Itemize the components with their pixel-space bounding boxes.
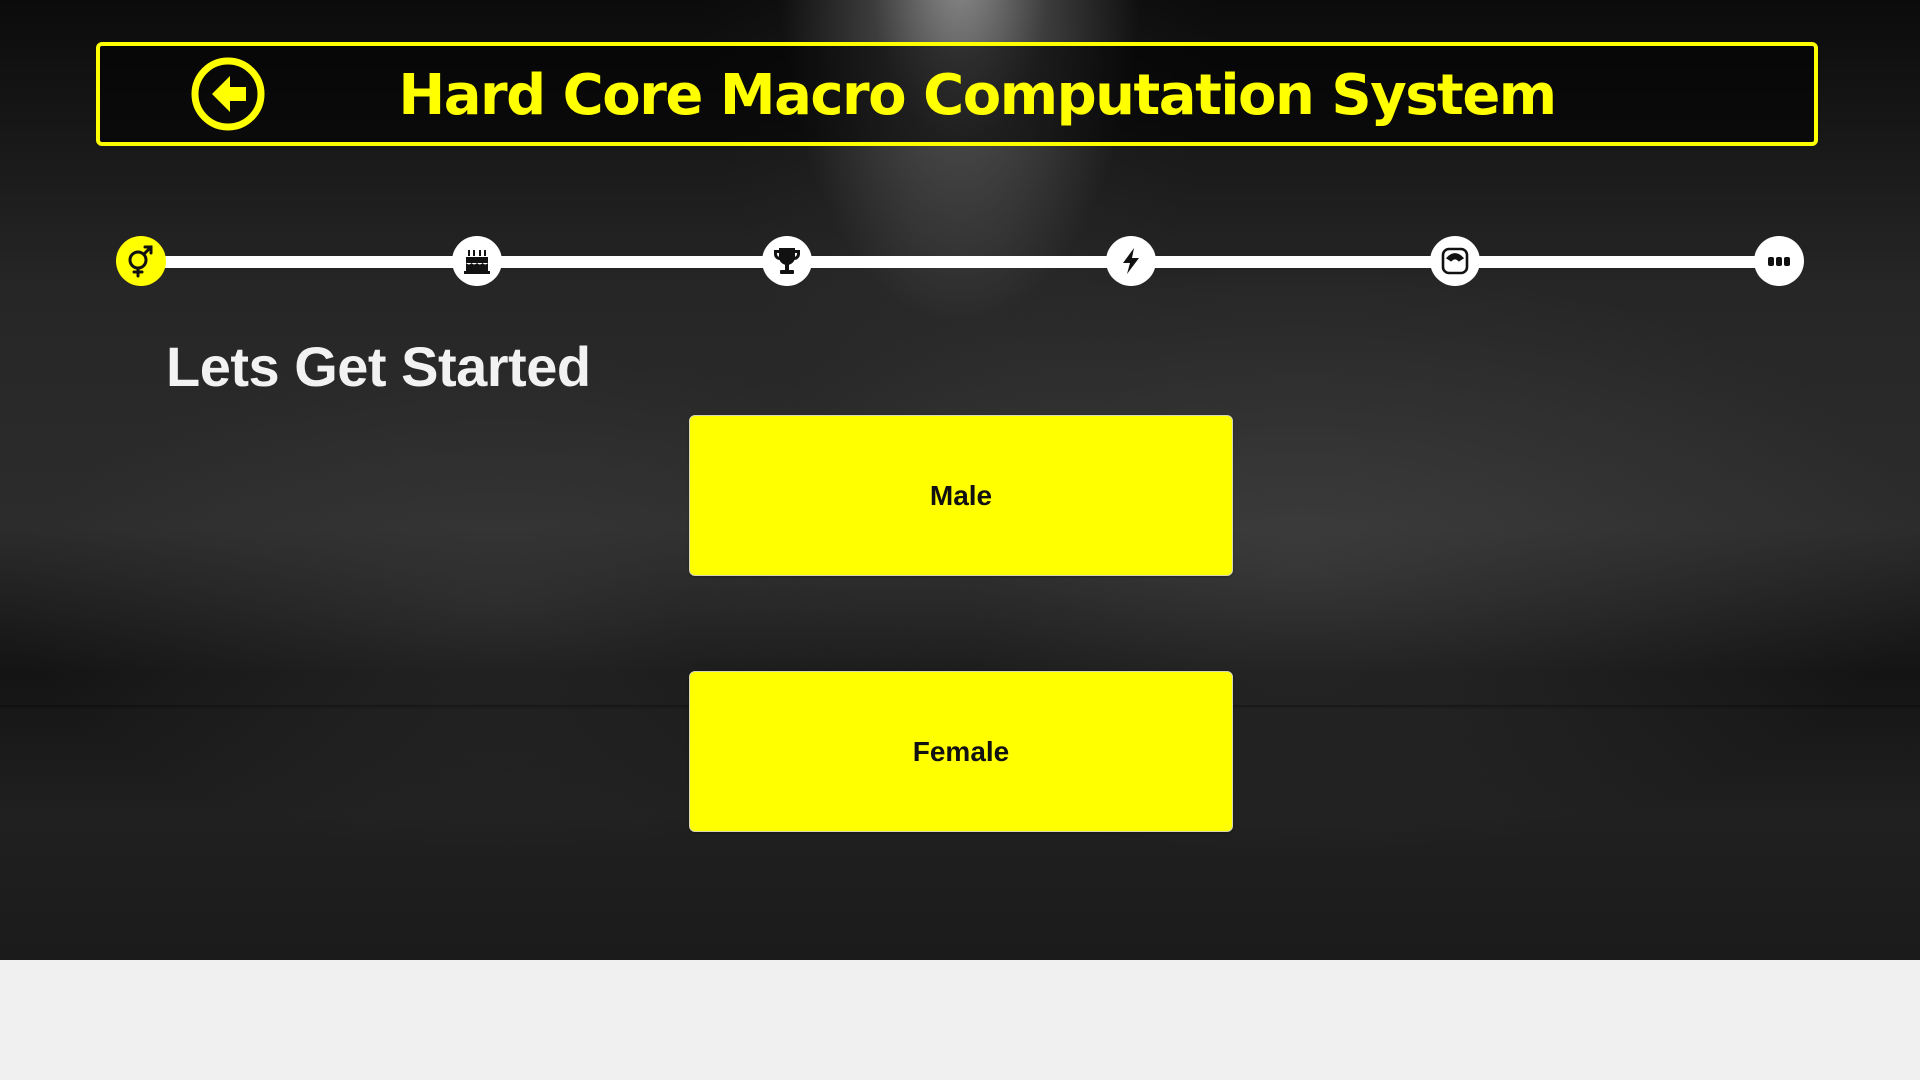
female-option-button[interactable]: Female bbox=[689, 671, 1233, 832]
step-activity[interactable] bbox=[1106, 236, 1156, 286]
step-progress-bar bbox=[116, 236, 1804, 288]
trophy-icon bbox=[774, 248, 800, 274]
lightning-bolt-icon bbox=[1123, 248, 1139, 274]
more-dots-icon bbox=[1768, 257, 1790, 266]
step-weight[interactable] bbox=[1430, 236, 1480, 286]
app-title: Hard Core Macro Computation System bbox=[398, 63, 1557, 128]
app-background: Hard Core Macro Computation System Lets … bbox=[0, 0, 1920, 960]
male-option-label: Male bbox=[929, 479, 993, 511]
female-option-label: Female bbox=[912, 735, 1010, 767]
step-age[interactable] bbox=[452, 236, 502, 286]
back-button[interactable] bbox=[190, 56, 266, 132]
birthday-cake-icon bbox=[464, 250, 490, 274]
male-option-button[interactable]: Male bbox=[689, 415, 1233, 576]
weight-scale-icon bbox=[1441, 247, 1469, 275]
step-gender[interactable] bbox=[116, 236, 166, 286]
step-more[interactable] bbox=[1754, 236, 1804, 286]
gender-icon bbox=[128, 245, 153, 278]
step-goal[interactable] bbox=[762, 236, 812, 286]
header-bar: Hard Core Macro Computation System bbox=[96, 42, 1818, 146]
progress-track bbox=[140, 256, 1780, 268]
page-heading: Lets Get Started bbox=[166, 335, 591, 398]
arrow-left-circle-icon bbox=[191, 57, 265, 131]
